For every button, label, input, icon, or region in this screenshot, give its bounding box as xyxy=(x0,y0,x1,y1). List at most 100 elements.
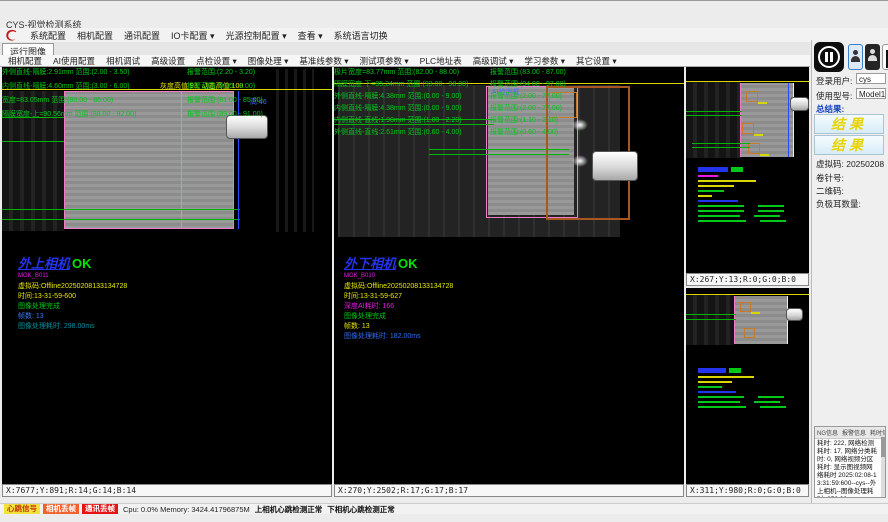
measurement-value: 外侧直线-隔膜:4.38mm 范围:(0.00 - 9.00) xyxy=(334,91,462,101)
stats-tab[interactable]: NG信息 xyxy=(817,428,838,437)
status-badge: 通讯丢帧 xyxy=(82,504,118,514)
operator-icon xyxy=(865,49,880,61)
menu-item[interactable]: IO卡配置 ▾ xyxy=(171,29,215,42)
toolbar-item[interactable]: 其它设置 ▾ xyxy=(576,55,617,67)
measurement-row: 外侧直线-隔膜:4.38mm 范围:(0.00 - 9.00) 报警范围:(2.… xyxy=(334,91,684,103)
toolbar-item[interactable]: 点检设置 ▾ xyxy=(196,55,237,67)
alarm-range: 报警范围:(1.10 - 2.10) xyxy=(490,115,558,125)
pause-button[interactable] xyxy=(814,42,844,72)
camera-image-inner-upper[interactable] xyxy=(686,67,809,159)
login-user-field[interactable]: cys xyxy=(856,73,886,84)
connector-part xyxy=(592,151,638,181)
toolbar-item[interactable]: 图像处理 ▾ xyxy=(248,55,289,67)
toolbar-item[interactable]: PLC地址表 xyxy=(420,55,462,67)
menu-item[interactable]: 光源控制配置 ▾ xyxy=(226,29,287,42)
info-line: 帧数: 13 xyxy=(18,312,127,322)
login-user-label: 登录用户: xyxy=(816,75,852,87)
measure-line xyxy=(692,147,750,148)
menubar: 系统配置相机配置通讯配置 IO卡配置 ▾ 光源控制配置 ▾ 查看 ▾ 系统语言切换 xyxy=(0,28,888,42)
stats-scrollbar[interactable] xyxy=(881,435,885,497)
ai-detection-box xyxy=(748,143,760,154)
measure-line xyxy=(686,314,736,315)
camera-name: 外下相机 xyxy=(344,256,396,271)
info-line: 图像处理耗时: 298.00ms xyxy=(18,322,127,332)
camera-image-inner-lower[interactable] xyxy=(686,288,809,346)
toolbar-items: 相机配置 AI使用配置相机调试高级设置点检设置 ▾ 图像处理 ▾ 基准线参数 ▾ 测试项… xyxy=(8,55,617,67)
measurement-value: 极片宽度=83.77mm 范围:(82.00 - 88.00) xyxy=(334,67,459,77)
menu-item[interactable]: 查看 ▾ xyxy=(298,29,323,42)
toolbar-item[interactable]: 相机调试 xyxy=(106,55,140,67)
info-line: 深度AI耗时: 166 xyxy=(344,302,453,312)
stats-body-text: 耗时: 222, 网络检测耗时: 17, 网络分类耗时: 0, 网络视频分区耗时… xyxy=(815,439,885,498)
alarm-range: 报警范围:(94.00 - 97.00) xyxy=(490,79,566,89)
cpu-memory-text: Cpu: 0.0% Memory: 3424.41796875M xyxy=(123,505,250,514)
alarm-range: 报警范围:(2.00 - 77.00) xyxy=(490,91,562,101)
measurement-value: 内侧直线-隔膜:4.60mm 范围:(3.00 - 6.00) xyxy=(2,81,130,91)
logout-button[interactable]: → xyxy=(882,44,888,70)
mini-title xyxy=(698,368,798,373)
needle-number-label: 卷针号: xyxy=(816,172,844,184)
app-window: CYS-视觉检测系统 系统配置相机配置通讯配置IO卡配置 ▾光源控制配置 ▾查看… xyxy=(0,0,888,522)
info-line: 时间:13-31-59-600 xyxy=(18,292,127,302)
status-badge: 心跳信号 xyxy=(4,504,40,514)
mini-readout xyxy=(698,167,798,222)
result-box-1: 结果 xyxy=(814,114,884,134)
info-line: 虚拟码:Offline20250208133134728 xyxy=(344,282,453,292)
operator-mode-button[interactable] xyxy=(865,44,880,70)
toolbar-item[interactable]: 测试项参数 ▾ xyxy=(360,55,409,67)
toolbar-item[interactable]: 高级设置 xyxy=(151,55,185,67)
alarm-range: 报警范围:(2.20 - 3.20) xyxy=(187,67,255,77)
connector-part xyxy=(790,97,809,111)
measurement-value: 外侧直线-隔膜:2.91mm 范围:(2.00 - 3.50) xyxy=(2,67,130,77)
toolbar-item[interactable]: 相机配置 xyxy=(8,55,42,67)
info-line: 图像处理完成 xyxy=(344,312,453,322)
model-field[interactable]: Model1 xyxy=(856,88,886,99)
menu-item[interactable]: 通讯配置 xyxy=(124,29,160,42)
stats-tab[interactable]: 报警信息 xyxy=(842,428,866,437)
menu-item[interactable]: 相机配置 xyxy=(77,29,113,42)
measurement-value: 外侧直线-直线:2.61mm 范围:(0.60 - 4.00) xyxy=(334,127,462,137)
status-ok: OK xyxy=(72,256,92,271)
virtual-code-label: 虚拟码: 20250208 xyxy=(816,158,884,170)
measurement-row: 外侧直线-隔膜:2.91mm 范围:(2.00 - 3.50) 报警范围:(2.… xyxy=(2,67,332,81)
tab-count-label: 负极耳数量: xyxy=(816,198,861,210)
ai-detection-box xyxy=(744,328,755,338)
measure-line xyxy=(686,111,742,112)
status-badges: 心跳信号相机丢帧通讯丢帧 xyxy=(4,504,118,514)
toolbar-item[interactable]: 基准线参数 ▾ xyxy=(299,55,348,67)
qr-code-label: 二维码: xyxy=(816,185,844,197)
info-line: 图像处理耗时: 182.00ms xyxy=(344,332,453,342)
pixel-coords-outer-upper: X:7677;Y:891;R:14;G:14;B:14 xyxy=(2,484,332,497)
info-line: 图像处理完成 xyxy=(18,302,127,312)
machine-background xyxy=(686,295,734,345)
toolbar-item[interactable]: 学习参数 ▾ xyxy=(524,55,565,67)
measurement-row: 宽度=83.05mm 范围:(80.00 - 86.00) 报警范围:(81.0… xyxy=(2,95,332,109)
upper-camera-heartbeat: 上相机心跳检测正常 xyxy=(255,504,323,515)
toolbar-item[interactable]: 高级调试 ▾ xyxy=(473,55,514,67)
measure-line xyxy=(2,209,240,210)
status-ok: OK xyxy=(398,256,418,271)
app-logo-icon xyxy=(4,29,19,42)
toolbar: 相机配置 AI使用配置相机调试高级设置点检设置 ▾ 图像处理 ▾ 基准线参数 ▾ 测试项… xyxy=(0,55,810,67)
user-button[interactable] xyxy=(848,44,863,70)
measure-line xyxy=(692,143,750,144)
sidebar: → 登录用户: cys 使用型号: Model1 总结果: 结果 结果 虚拟码:… xyxy=(811,40,888,503)
toolbar-item[interactable]: AI使用配置 xyxy=(53,55,95,67)
stats-panel: NG信息报警信息耗时信息 耗时: 222, 网络检测耗时: 17, 网络分类耗时… xyxy=(814,426,886,498)
model-label: 使用型号: xyxy=(816,90,852,102)
measure-line xyxy=(686,115,742,116)
pixel-coords-inner-lower: X:311;Y:980;R:0;G:0;B:0 xyxy=(686,484,809,497)
measure-line xyxy=(429,154,569,155)
status-badge: 相机丢帧 xyxy=(43,504,79,514)
menu-items: 系统配置相机配置通讯配置 IO卡配置 ▾ 光源控制配置 ▾ 查看 ▾ 系统语言切换 xyxy=(30,29,388,42)
statusbar: 心跳信号相机丢帧通讯丢帧 Cpu: 0.0% Memory: 3424.4179… xyxy=(0,503,888,514)
baseline-overlay-line xyxy=(686,294,809,295)
alarm-range: 报警范围:(89.00 - 91.00) xyxy=(187,109,263,119)
measurement-value: 内侧直线-直线:1.90mm 范围:(1.00 - 2.20) xyxy=(334,115,462,125)
menu-item[interactable]: 系统配置 xyxy=(30,29,66,42)
pixel-coords-outer-lower: X:270;Y:2502;R:17;G:17;B:17 xyxy=(334,484,684,497)
titlebar: CYS-视觉检测系统 xyxy=(0,0,888,29)
tiny-label-mark xyxy=(758,102,767,104)
menu-item[interactable]: 系统语言切换 xyxy=(334,29,388,42)
measurement-row: 隔膜宽度-下=95.24mm 范围:(93.00 - 98.00) 报警范围:(… xyxy=(334,79,684,91)
